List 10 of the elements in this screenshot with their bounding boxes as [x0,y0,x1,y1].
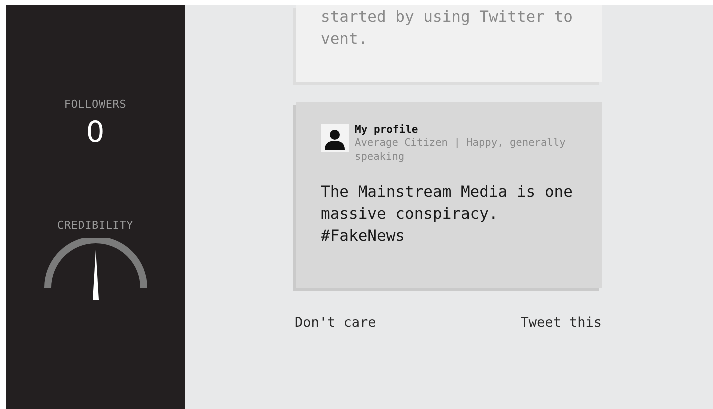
tweet-text-line: vent. [321,29,369,50]
profile-name: My profile [355,124,420,136]
tweet-text: The Mainstream Media is one massive conspiracy. #FakeNews [321,182,574,247]
followers-count: 0 [86,115,105,149]
tweet-text-line: started by using Twitter to [321,7,574,28]
credibility-label: CREDIBILITY [57,219,134,232]
profile-bio: Average Citizen | Happy, generally speaking [355,136,567,164]
followers-label: FOLLOWERS [64,98,127,111]
action-button[interactable]: Tweet this [520,315,602,331]
action-button[interactable]: Don't care [295,315,376,331]
